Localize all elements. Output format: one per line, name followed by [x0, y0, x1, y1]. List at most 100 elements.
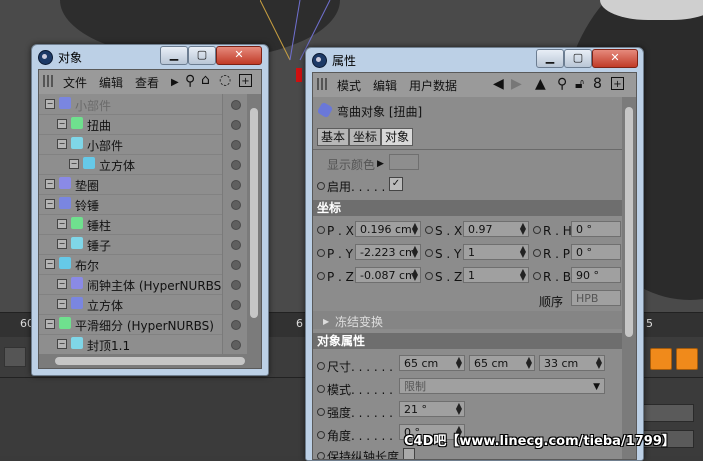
expand-toggle-icon[interactable]: −	[57, 139, 67, 149]
expand-toggle-icon[interactable]: −	[57, 119, 67, 129]
menu-view[interactable]: 查看	[135, 74, 159, 91]
tree-row[interactable]: − 布尔	[39, 254, 247, 275]
menu-user-data[interactable]: 用户数据	[409, 77, 457, 94]
filter-icon[interactable]: ◌	[219, 73, 231, 87]
search-icon[interactable]: ⚲	[185, 74, 195, 88]
visibility-dot-icon[interactable]	[231, 180, 241, 190]
back-arrow-icon[interactable]: ◀	[493, 77, 504, 91]
visibility-dot-icon[interactable]	[231, 340, 241, 350]
freeze-transform-group[interactable]: ▶ 冻结变换	[313, 311, 622, 329]
home-icon[interactable]: ⌂	[201, 73, 210, 87]
tab-basic[interactable]: 基本	[317, 128, 350, 146]
tab-coord[interactable]: 坐标	[349, 128, 382, 146]
expand-toggle-icon[interactable]: −	[45, 99, 55, 109]
scroll-thumb[interactable]	[250, 108, 258, 318]
expand-toggle-icon[interactable]: −	[57, 239, 67, 249]
minimize-button[interactable]: ▁	[160, 46, 188, 65]
expand-toggle-icon[interactable]: −	[57, 299, 67, 309]
sz-field[interactable]: 1 ▲ ▼	[463, 267, 529, 283]
coord-field[interactable]	[640, 404, 694, 422]
tree-row[interactable]: − 扭曲	[39, 114, 247, 135]
record-key-button[interactable]	[650, 348, 672, 370]
tree-row[interactable]: − 封顶1.1	[39, 334, 247, 354]
tree-row[interactable]: − 小部件	[39, 134, 247, 155]
attribute-manager-window[interactable]: 属性 ▁ ▢ ✕ 模式 编辑 用户数据 ◀ ▶ ▲ ⚲ 🔓︎ 8 + 弯曲对象 …	[305, 47, 644, 461]
visibility-dot-icon[interactable]	[231, 220, 241, 230]
new-window-icon[interactable]: +	[611, 77, 624, 90]
tree-row[interactable]: − 平滑细分 (HyperNURBS)	[39, 314, 247, 335]
tree-row[interactable]: − 闹钟主体 (HyperNURBS)	[39, 274, 247, 295]
menu-edit[interactable]: 编辑	[99, 74, 123, 91]
visibility-dot-icon[interactable]	[231, 120, 241, 130]
visibility-dot-icon[interactable]	[231, 320, 241, 330]
pz-field[interactable]: -0.087 cm ▲ ▼	[355, 267, 421, 283]
order-dropdown[interactable]: HPB	[571, 290, 621, 306]
scroll-thumb[interactable]	[55, 357, 245, 365]
expand-toggle-icon[interactable]: −	[57, 339, 67, 349]
expand-arrow-icon[interactable]: ▶	[377, 157, 384, 171]
grip-handle[interactable]	[43, 75, 53, 87]
visibility-dot-icon[interactable]	[231, 200, 241, 210]
visibility-dot-icon[interactable]	[231, 300, 241, 310]
tree-row[interactable]: − 铃锤	[39, 194, 247, 215]
visibility-dot-icon[interactable]	[231, 100, 241, 110]
object-manager-titlebar[interactable]: 对象 ▁ ▢ ✕	[32, 45, 268, 69]
close-button[interactable]: ✕	[592, 49, 638, 68]
strength-field[interactable]: 21 ° ▲ ▼	[399, 401, 465, 417]
autokey-button[interactable]	[676, 348, 698, 370]
expand-toggle-icon[interactable]: −	[57, 219, 67, 229]
visibility-dot-icon[interactable]	[231, 280, 241, 290]
rb-field[interactable]: 90 °	[571, 267, 621, 283]
expand-toggle-icon[interactable]: −	[57, 279, 67, 289]
tree-row[interactable]: − 立方体	[39, 294, 247, 315]
maximize-button[interactable]: ▢	[564, 49, 592, 68]
size-z-field[interactable]: 33 cm ▲ ▼	[539, 355, 605, 371]
red-axis-handle[interactable]	[296, 68, 302, 82]
attribute-manager-titlebar[interactable]: 属性 ▁ ▢ ✕	[306, 48, 643, 72]
expand-toggle-icon[interactable]: −	[45, 199, 55, 209]
expand-toggle-icon[interactable]: −	[45, 179, 55, 189]
scroll-thumb[interactable]	[625, 107, 633, 337]
up-arrow-icon[interactable]: ▲	[535, 77, 546, 91]
tree-row[interactable]: − 小部件	[39, 94, 247, 115]
close-button[interactable]: ✕	[216, 46, 262, 65]
tree-row[interactable]: − 垫圈	[39, 174, 247, 195]
grip-handle[interactable]	[317, 78, 327, 90]
enable-checkbox[interactable]: ✓	[389, 177, 403, 191]
visibility-dot-icon[interactable]	[231, 240, 241, 250]
mode-dropdown[interactable]: 限制 ▼	[399, 378, 605, 394]
expand-toggle-icon[interactable]: −	[45, 259, 55, 269]
menu-mode[interactable]: 模式	[337, 77, 361, 94]
expand-toggle-icon[interactable]: −	[45, 319, 55, 329]
object-manager-window[interactable]: 对象 ▁ ▢ ✕ 文件 编辑 查看 ▶ ⚲ ⌂ ◌ + − 小部件 − 扭曲 − 小部件 −…	[31, 44, 269, 376]
maximize-button[interactable]: ▢	[188, 46, 216, 65]
display-color-swatch[interactable]	[389, 154, 419, 170]
visibility-dot-icon[interactable]	[231, 260, 241, 270]
tree-row[interactable]: − 锤子	[39, 234, 247, 255]
px-field[interactable]: 0.196 cm ▲ ▼	[355, 221, 421, 237]
tree-row[interactable]: − 立方体	[39, 154, 247, 175]
rh-field[interactable]: 0 °	[571, 221, 621, 237]
forward-arrow-icon[interactable]: ▶	[511, 77, 522, 91]
link-icon[interactable]: 8	[593, 77, 602, 91]
py-field[interactable]: -2.223 cm ▲ ▼	[355, 244, 421, 260]
search-icon[interactable]: ⚲	[557, 77, 567, 91]
size-y-field[interactable]: 65 cm ▲ ▼	[469, 355, 535, 371]
keep-length-checkbox[interactable]	[403, 448, 415, 459]
attr-vertical-scrollbar[interactable]	[622, 97, 636, 459]
sx-field[interactable]: 0.97 ▲ ▼	[463, 221, 529, 237]
new-window-icon[interactable]: +	[239, 74, 252, 87]
sy-field[interactable]: 1 ▲ ▼	[463, 244, 529, 260]
tree-horizontal-scrollbar[interactable]	[39, 354, 261, 368]
visibility-dot-icon[interactable]	[231, 160, 241, 170]
lock-icon[interactable]: 🔓︎	[575, 77, 584, 91]
menu-file[interactable]: 文件	[63, 74, 87, 91]
minimize-button[interactable]: ▁	[536, 49, 564, 68]
timeline-button[interactable]	[4, 347, 26, 367]
menu-edit[interactable]: 编辑	[373, 77, 397, 94]
more-arrow-icon[interactable]: ▶	[171, 76, 179, 90]
tree-vertical-scrollbar[interactable]	[247, 94, 261, 354]
tab-object[interactable]: 对象	[381, 128, 413, 146]
rp-field[interactable]: 0 °	[571, 244, 621, 260]
tree-row[interactable]: − 锤柱	[39, 214, 247, 235]
